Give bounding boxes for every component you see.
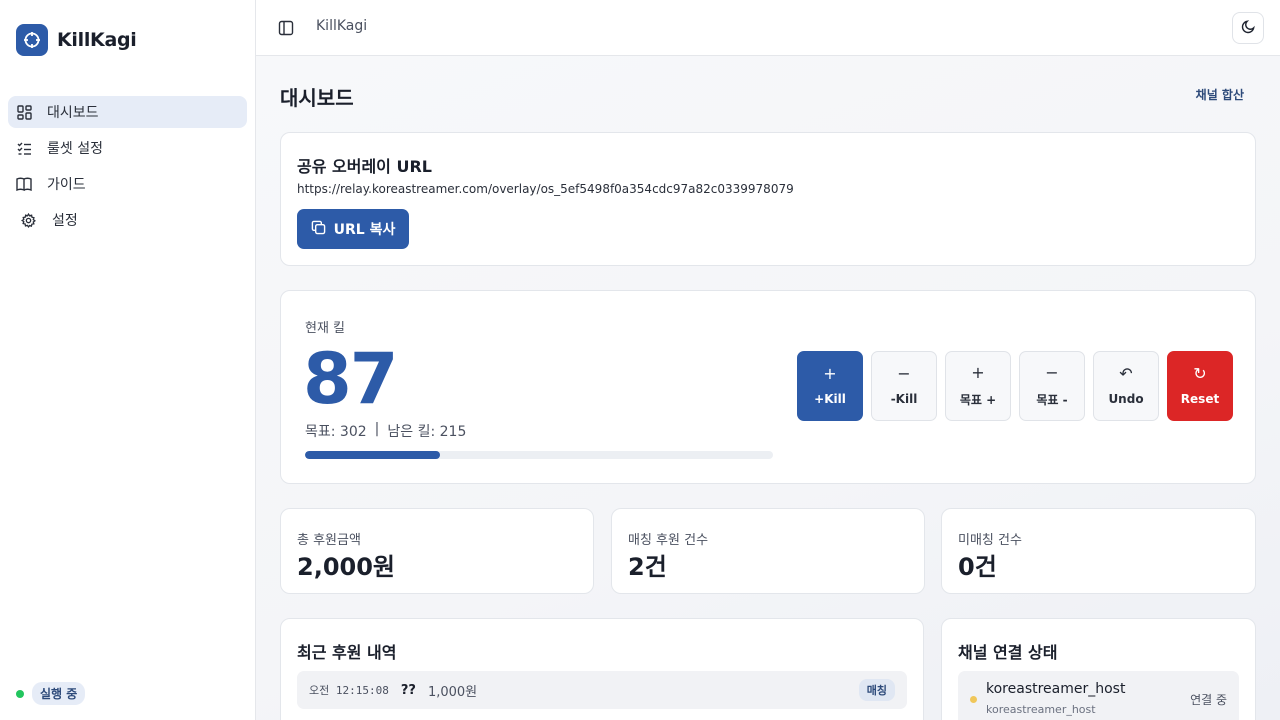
sidebar-item-dashboard[interactable]: 대시보드 — [8, 96, 247, 128]
channel-merge-link[interactable]: 채널 합산 — [1196, 86, 1244, 103]
recent-card-title: 최근 후원 내역 — [297, 643, 397, 662]
sidebar-toggle-icon[interactable] — [276, 18, 296, 38]
plus-icon: + — [971, 362, 985, 382]
sidebar-item-guide[interactable]: 가이드 — [8, 168, 247, 200]
channel-card-title: 채널 연결 상태 — [958, 643, 1058, 662]
dashboard-icon — [16, 104, 32, 120]
kill-count: 87 — [303, 338, 398, 420]
stat-card-total-donation: 총 후원금액 2,000원 — [280, 508, 594, 594]
undo-label: Undo — [1108, 392, 1144, 406]
donation-time: 오전 12:15:08 — [309, 684, 389, 697]
status-badge: 실행 중 — [32, 682, 86, 705]
channel-id: koreastreamer_host — [986, 703, 1096, 716]
stat-card-unmatched-count: 미매칭 건수 0건 — [941, 508, 1256, 594]
checklist-icon — [16, 140, 32, 156]
status-badge: 매칭 — [858, 679, 895, 701]
reset-button[interactable]: ↻ Reset — [1167, 351, 1233, 421]
page-title: 대시보드 — [280, 86, 354, 110]
sidebar-item-label: 대시보드 — [47, 105, 99, 121]
kill-minus-button[interactable]: − -Kill — [871, 351, 937, 421]
reset-icon: ↻ — [1193, 364, 1207, 383]
kill-target: 목표: 302 — [305, 424, 367, 440]
kill-remaining: 남은 킬: 215 — [387, 424, 467, 440]
target-plus-label: 목표 + — [959, 392, 997, 407]
channel-status-card: 채널 연결 상태 koreastreamer_host koreastreame… — [941, 618, 1256, 720]
brand[interactable]: KillKagi — [16, 24, 137, 56]
donation-amount: 1,000원 — [427, 684, 478, 700]
kill-progress-fill — [305, 451, 440, 459]
undo-icon: ↶ — [1119, 364, 1133, 383]
plus-icon: + — [823, 364, 837, 383]
copy-url-button[interactable]: URL 복사 — [297, 209, 409, 249]
stat-value: 2건 — [628, 553, 667, 581]
kill-separator: | — [374, 421, 380, 437]
sidebar-item-label: 설정 — [52, 213, 78, 229]
sidebar-item-settings[interactable]: 설정 — [8, 204, 247, 236]
list-item: koreastreamer_host koreastreamer_host 연결… — [958, 671, 1239, 720]
donor-name: ?? — [400, 682, 416, 698]
status-dot — [16, 689, 24, 698]
run-status: 실행 중 — [16, 682, 86, 705]
minus-icon: − — [897, 364, 911, 383]
stat-label: 총 후원금액 — [297, 533, 361, 548]
kill-counter-card: 현재 킬 87 목표: 302 | 남은 킬: 215 + +Kill − -K… — [280, 290, 1256, 484]
connection-dot — [970, 696, 977, 703]
kill-meta: 목표: 302 | 남은 킬: 215 — [305, 421, 466, 441]
topbar-title: KillKagi — [316, 18, 368, 34]
crosshair-icon — [16, 24, 48, 56]
channel-name: koreastreamer_host — [986, 681, 1126, 697]
overlay-card-title: 공유 오버레이 URL — [297, 157, 432, 176]
sidebar-item-ruleset[interactable]: 룰셋 설정 — [8, 132, 247, 164]
main-content: 대시보드 채널 합산 공유 오버레이 URL https://relay.kor… — [256, 56, 1280, 720]
minus-icon: − — [1045, 362, 1059, 382]
copy-url-label: URL 복사 — [333, 222, 396, 238]
kill-label: 현재 킬 — [305, 321, 346, 336]
sidebar-item-label: 룰셋 설정 — [47, 141, 103, 157]
moon-icon — [1241, 19, 1256, 38]
target-minus-button[interactable]: − 목표 - — [1019, 351, 1085, 421]
stat-card-matched-count: 매칭 후원 건수 2건 — [611, 508, 925, 594]
sidebar-item-label: 가이드 — [47, 177, 86, 193]
stat-label: 매칭 후원 건수 — [628, 533, 709, 548]
recent-donations-card: 최근 후원 내역 오전 12:15:08 ?? 1,000원 매칭 — [280, 618, 924, 720]
copy-icon — [311, 220, 326, 239]
stat-value: 2,000원 — [297, 553, 395, 581]
undo-button[interactable]: ↶ Undo — [1093, 351, 1159, 421]
gear-icon — [20, 212, 36, 228]
stat-label: 미매칭 건수 — [958, 533, 1022, 548]
sidebar-nav: 대시보드 룰셋 설정 가이드 설정 — [8, 96, 247, 240]
kill-plus-label: +Kill — [814, 392, 846, 406]
target-plus-button[interactable]: + 목표 + — [945, 351, 1011, 421]
reset-label: Reset — [1180, 392, 1220, 406]
theme-toggle-button[interactable] — [1232, 12, 1264, 44]
topbar: KillKagi — [256, 0, 1280, 56]
kill-progress-bar — [305, 451, 773, 459]
overlay-url-card: 공유 오버레이 URL https://relay.koreastreamer.… — [280, 132, 1256, 266]
list-item[interactable]: 오전 12:15:08 ?? 1,000원 매칭 — [297, 671, 907, 709]
target-minus-label: 목표 - — [1036, 392, 1068, 407]
kill-plus-button[interactable]: + +Kill — [797, 351, 863, 421]
kill-minus-label: -Kill — [890, 392, 918, 406]
overlay-url-text: https://relay.koreastreamer.com/overlay/… — [297, 182, 794, 196]
stat-value: 0건 — [958, 553, 997, 581]
kill-actions: + +Kill − -Kill + 목표 + − 목표 - ↶ Undo ↻ R… — [797, 351, 1233, 421]
sidebar: KillKagi 대시보드 룰셋 설정 가이드 설정 실행 중 — [0, 0, 256, 720]
connection-state: 연결 중 — [1190, 693, 1227, 707]
book-icon — [16, 176, 32, 192]
app-name: KillKagi — [57, 29, 137, 51]
